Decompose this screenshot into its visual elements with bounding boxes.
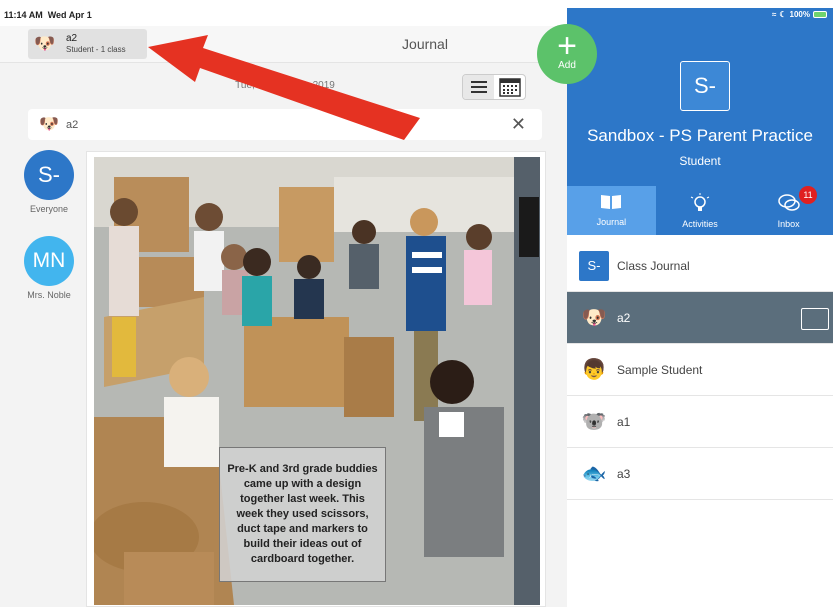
red-arrow-annotation <box>148 35 420 140</box>
